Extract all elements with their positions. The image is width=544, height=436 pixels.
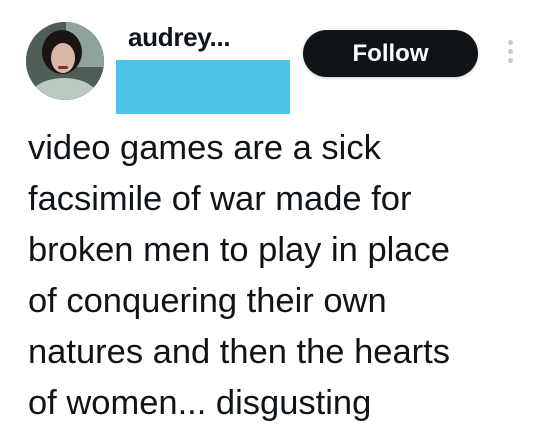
more-vertical-icon[interactable]	[505, 40, 515, 70]
avatar-image	[26, 22, 104, 100]
handle-redaction	[116, 60, 290, 114]
tweet-line: broken men to play in place	[28, 231, 450, 269]
author-name[interactable]: audrey...	[128, 22, 231, 53]
tweet-line: of women... disgusting	[28, 384, 372, 422]
tweet-line: video games are a sick	[28, 129, 381, 167]
tweet-line: natures and then the hearts	[28, 333, 450, 371]
tweet-text: video games are a sick facsimile of war …	[28, 123, 450, 429]
tweet-line: facsimile of war made for	[28, 180, 412, 218]
tweet-line: of conquering their own	[28, 282, 387, 320]
avatar[interactable]	[26, 22, 104, 100]
follow-button[interactable]: Follow	[303, 30, 478, 77]
